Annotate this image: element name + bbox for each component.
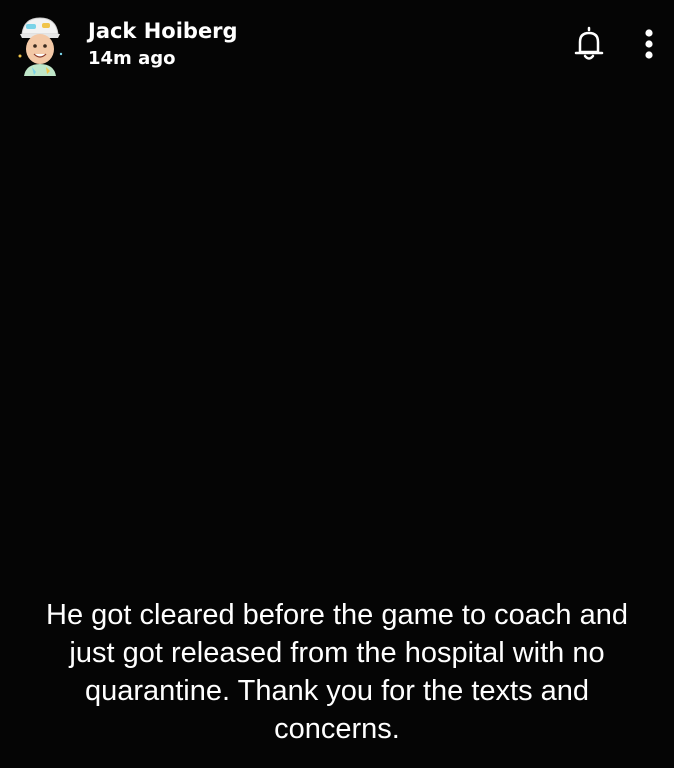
username[interactable]: Jack Hoiberg [88,18,238,44]
caption-line: just got released from the hospital with… [69,637,605,669]
user-info[interactable]: Jack Hoiberg 14m ago [88,18,238,70]
bitmoji-avatar-icon[interactable] [14,14,64,76]
caption-line: He got cleared before the game to coach … [46,599,628,631]
timestamp: 14m ago [88,48,176,69]
story-caption: He got cleared before the game to coach … [0,596,674,748]
caption-line: concerns. [274,713,400,745]
caption-line: quarantine. Thank you for the texts and [84,675,590,707]
story-header: Jack Hoiberg 14m ago [0,0,674,90]
bell-icon[interactable] [572,26,606,62]
more-vertical-icon[interactable] [636,24,662,64]
story-view[interactable]: Jack Hoiberg 14m ago He got cleared befo… [0,0,674,768]
